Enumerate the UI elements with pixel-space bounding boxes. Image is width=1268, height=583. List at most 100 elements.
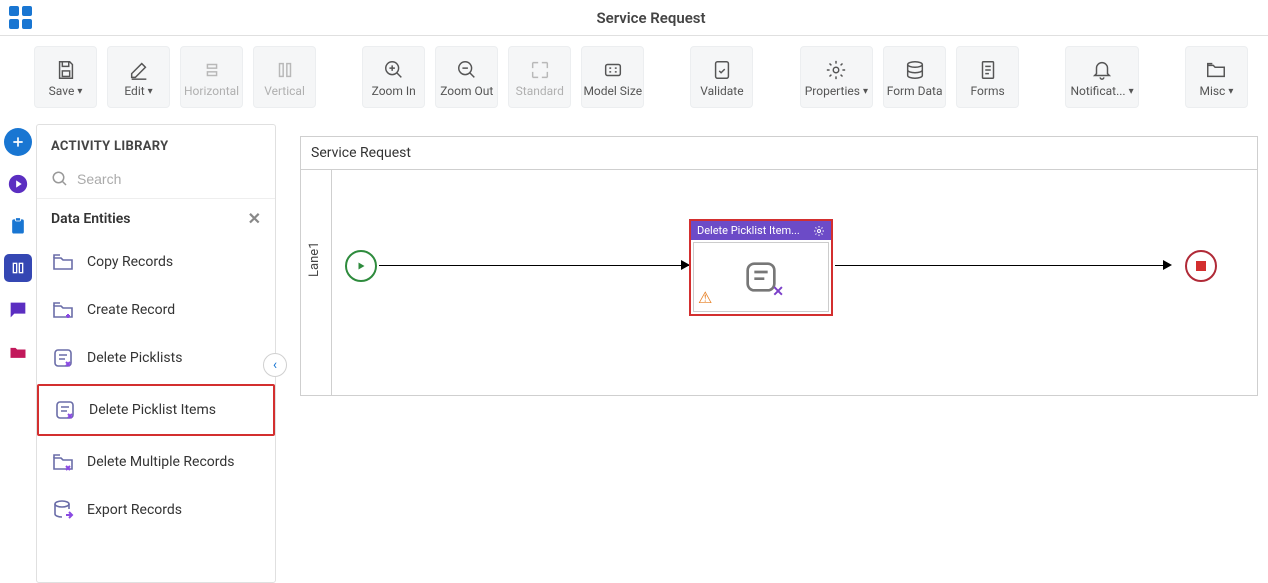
properties-button[interactable]: Properties▾ xyxy=(800,46,873,108)
lane-divider xyxy=(331,169,332,395)
activity-body: ⚠ ✕ xyxy=(693,242,829,312)
folder-icon xyxy=(1205,56,1227,84)
close-icon[interactable]: ✕ xyxy=(248,209,261,228)
chevron-down-icon: ▾ xyxy=(1228,86,1233,97)
add-button[interactable] xyxy=(4,128,32,156)
chevron-down-icon: ▾ xyxy=(863,86,868,97)
gear-icon[interactable] xyxy=(813,225,825,237)
stop-icon xyxy=(1196,261,1206,271)
play-icon xyxy=(355,260,367,272)
horizontal-icon xyxy=(201,56,223,84)
app-switcher-icon[interactable] xyxy=(6,4,34,32)
left-rail xyxy=(0,118,36,583)
chevron-down-icon: ▾ xyxy=(1129,86,1134,97)
toolbar-label: Horizontal xyxy=(184,84,239,98)
delete-picklist-items-icon xyxy=(53,398,77,422)
toolbar-label: Validate xyxy=(700,84,743,98)
notifications-button[interactable]: Notificat... ▾ xyxy=(1065,46,1138,108)
collapse-sidebar-button[interactable]: ‹ xyxy=(263,353,287,377)
vertical-icon xyxy=(274,56,296,84)
chat-icon[interactable] xyxy=(4,296,32,324)
page-title: Service Request xyxy=(34,9,1268,27)
zoom-out-icon xyxy=(456,56,478,84)
sidebar-category[interactable]: Data Entities ✕ xyxy=(37,199,275,238)
delete-picklists-icon xyxy=(51,346,75,370)
warning-icon: ⚠ xyxy=(698,288,712,307)
sidebar-item-delete-picklist-items[interactable]: Delete Picklist Items xyxy=(37,384,275,436)
standard-button[interactable]: Standard xyxy=(508,46,571,108)
toolbar-label: Zoom Out xyxy=(440,84,493,98)
main: ACTIVITY LIBRARY Data Entities ✕ Copy Re… xyxy=(0,118,1268,583)
sidebar-item-delete-multiple-records[interactable]: Delete Multiple Records xyxy=(37,438,275,486)
forms-button[interactable]: Forms xyxy=(956,46,1019,108)
flow-connector xyxy=(835,265,1169,266)
gear-icon xyxy=(825,56,847,84)
sidebar-item-label: Copy Records xyxy=(87,254,173,270)
validate-button[interactable]: Validate xyxy=(690,46,753,108)
rail-folder-icon[interactable] xyxy=(4,338,32,366)
delete-multiple-icon xyxy=(51,450,75,474)
sidebar-item-delete-picklists[interactable]: Delete Picklists xyxy=(37,334,275,382)
canvas-title: Service Request xyxy=(311,145,411,161)
x-icon: ✕ xyxy=(772,284,784,300)
toolbar-label: Properties xyxy=(805,84,860,98)
vertical-button[interactable]: Vertical xyxy=(253,46,316,108)
toolbar-label: Forms xyxy=(971,84,1005,98)
lane-label: Lane1 xyxy=(307,242,322,277)
edit-icon xyxy=(128,56,150,84)
zoom-in-icon xyxy=(383,56,405,84)
workflow-canvas[interactable]: Service Request Lane1 Delete Picklist It… xyxy=(300,136,1258,396)
toolbar-label: Notificat... xyxy=(1070,84,1125,98)
sidebar-item-label: Delete Picklists xyxy=(87,350,182,366)
sidebar-item-copy-records[interactable]: Copy Records xyxy=(37,238,275,286)
sidebar-item-label: Create Record xyxy=(87,302,175,318)
sidebar-item-create-record[interactable]: Create Record xyxy=(37,286,275,334)
misc-button[interactable]: Misc▾ xyxy=(1185,46,1248,108)
validate-icon xyxy=(711,56,733,84)
rail-columns-icon[interactable] xyxy=(4,254,32,282)
rail-activity-icon[interactable] xyxy=(4,170,32,198)
category-label: Data Entities xyxy=(51,211,130,227)
canvas-wrap: Service Request Lane1 Delete Picklist It… xyxy=(276,118,1268,583)
create-record-icon xyxy=(51,298,75,322)
toolbar-label: Model Size xyxy=(583,84,642,98)
search-input[interactable] xyxy=(77,171,261,187)
toolbar-label: Standard xyxy=(516,84,564,98)
zoom-out-button[interactable]: Zoom Out xyxy=(435,46,498,108)
export-records-icon xyxy=(51,498,75,522)
activity-delete-picklist-items[interactable]: Delete Picklist Item... ⚠ ✕ xyxy=(689,219,833,316)
toolbar: Save▾ Edit▾ Horizontal Vertical Zoom In … xyxy=(0,36,1268,118)
search-icon xyxy=(51,170,69,188)
start-node[interactable] xyxy=(345,250,377,282)
activity-header: Delete Picklist Item... xyxy=(691,221,831,240)
edit-button[interactable]: Edit▾ xyxy=(107,46,170,108)
zoom-in-button[interactable]: Zoom In xyxy=(362,46,425,108)
toolbar-label: Save xyxy=(49,84,75,98)
toolbar-label: Vertical xyxy=(264,84,305,98)
toolbar-label: Zoom In xyxy=(372,84,416,98)
model-size-button[interactable]: Model Size xyxy=(581,46,644,108)
save-button[interactable]: Save▾ xyxy=(34,46,97,108)
picklist-icon: ✕ xyxy=(741,257,781,297)
form-data-button[interactable]: Form Data xyxy=(883,46,946,108)
model-size-icon xyxy=(602,56,624,84)
end-node[interactable] xyxy=(1185,250,1217,282)
chevron-down-icon: ▾ xyxy=(77,86,82,97)
database-icon xyxy=(904,56,926,84)
top-bar: Service Request xyxy=(0,0,1268,36)
save-icon xyxy=(55,56,77,84)
canvas-divider xyxy=(301,169,1257,170)
forms-icon xyxy=(977,56,999,84)
horizontal-button[interactable]: Horizontal xyxy=(180,46,243,108)
standard-icon xyxy=(529,56,551,84)
clipboard-icon[interactable] xyxy=(4,212,32,240)
arrow-icon xyxy=(1163,260,1172,270)
sidebar-item-label: Export Records xyxy=(87,502,182,518)
search-row xyxy=(37,164,275,199)
sidebar-item-label: Delete Multiple Records xyxy=(87,454,235,470)
copy-records-icon xyxy=(51,250,75,274)
sidebar-item-export-records[interactable]: Export Records xyxy=(37,486,275,534)
sidebar-item-label: Delete Picklist Items xyxy=(89,402,216,418)
toolbar-label: Misc xyxy=(1199,84,1225,98)
activity-label: Delete Picklist Item... xyxy=(697,224,800,237)
